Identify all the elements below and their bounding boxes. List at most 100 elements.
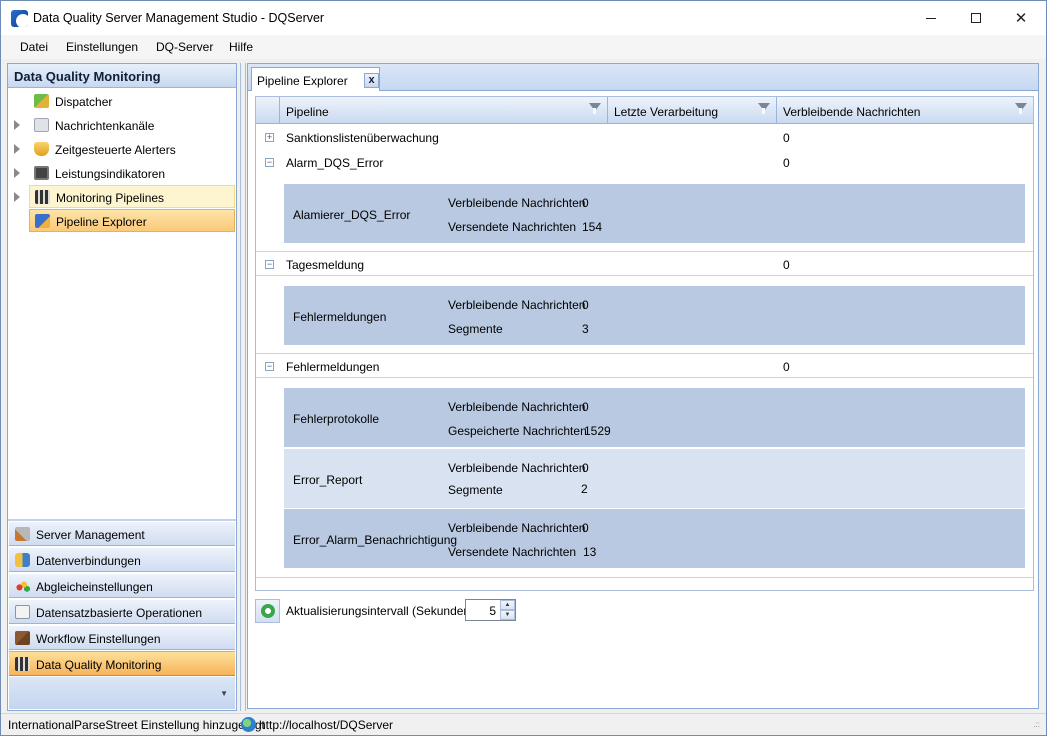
filter-icon[interactable] [758,103,770,114]
refresh-interval-stepper[interactable]: 5 ▲ ▼ [465,599,516,621]
stepper-up-icon[interactable]: ▲ [500,600,515,610]
row-indicator-header [256,97,280,123]
detail-value: 0 [582,461,589,475]
detail-name: Error_Report [293,473,363,487]
title-bar: Data Quality Server Management Studio - … [1,1,1046,35]
table-row[interactable]: − Fehlermeldungen 0 [256,353,1033,378]
column-header-pipeline[interactable]: Pipeline [280,97,608,123]
expand-plus-icon[interactable]: + [265,133,274,142]
tree-item-label: Nachrichtenkanäle [55,119,155,133]
collapse-minus-icon[interactable]: − [265,158,274,167]
nav-button-datenverbindungen[interactable]: Datenverbindungen [9,547,235,572]
expand-arrow-icon[interactable] [14,144,20,154]
collapse-minus-icon[interactable]: − [265,362,274,371]
tree-item-leistungsindikatoren[interactable]: Leistungsindikatoren [8,162,236,185]
remaining-messages: 0 [783,156,790,170]
detail-row: Alamierer_DQS_Error Verbleibende Nachric… [284,184,1025,243]
detail-key: Versendete Nachrichten [448,220,577,234]
nav-button-data-quality-monitoring[interactable]: Data Quality Monitoring [9,651,235,676]
refresh-button[interactable] [255,599,280,623]
filter-icon[interactable] [589,103,601,114]
tree-item-zeitgesteuerte-alerters[interactable]: Zeitgesteuerte Alerters [8,138,236,161]
detail-value: 1529 [584,424,611,438]
detail-row: Fehlerprotokolle Verbleibende Nachrichte… [284,388,1025,447]
table-row[interactable]: − Tagesmeldung 0 [256,251,1033,276]
database-icon [15,553,30,567]
table-row[interactable]: − Alarm_DQS_Error 0 [256,150,1033,175]
tree-item-dispatcher[interactable]: Dispatcher [8,90,236,113]
menu-dq-server[interactable]: DQ-Server [156,40,213,54]
expand-arrow-icon[interactable] [14,168,20,178]
remaining-messages: 0 [783,258,790,272]
nav-button-label: Abgleicheinstellungen [36,580,153,594]
document-area: Pipeline Explorer x Pipeline Letzte Vera… [247,63,1039,709]
detail-key: Verbleibende Nachrichten [448,461,586,475]
tab-pipeline-explorer[interactable]: Pipeline Explorer x [251,67,380,91]
detail-key: Versendete Nachrichten [448,545,577,559]
detail-value: 0 [582,196,589,210]
nav-button-workflow-einstellungen[interactable]: Workflow Einstellungen [9,625,235,650]
detail-row: Fehlermeldungen Verbleibende Nachrichten… [284,286,1025,345]
menu-einstellungen[interactable]: Einstellungen [66,40,138,54]
panel-splitter[interactable] [240,63,246,711]
envelope-icon [34,118,49,132]
maximize-button[interactable] [953,1,999,35]
refresh-interval-label: Aktualisierungsintervall (Sekunden): [286,604,478,618]
chevron-down-icon[interactable]: ▼ [220,689,228,698]
detail-row: Error_Alarm_Benachrichtigung Verbleibend… [284,509,1025,568]
server-url: http://localhost/DQServer [259,718,394,732]
column-header-label: Letzte Verarbeitung [614,105,719,119]
tree-item-pipeline-explorer[interactable]: Pipeline Explorer [29,209,235,232]
tab-label: Pipeline Explorer [257,74,348,88]
detail-value: 3 [582,322,589,336]
tree-item-monitoring-pipelines[interactable]: Monitoring Pipelines [29,185,235,208]
detail-value: 13 [583,545,597,559]
nav-overflow-area: ▼ [9,677,235,709]
nav-button-abgleicheinstellungen[interactable]: Abgleicheinstellungen [9,573,235,598]
close-icon: ✕ [1014,10,1028,27]
column-header-verbleibende-nachrichten[interactable]: Verbleibende Nachrichten [777,97,1033,123]
stepper-down-icon[interactable]: ▼ [500,610,515,620]
film-icon [15,657,30,671]
balls-icon [15,579,30,593]
remaining-messages: 0 [783,360,790,374]
table-row[interactable]: + Sanktionslistenüberwachung 0 [256,125,1033,150]
detail-value: 2 [581,482,588,496]
box-icon [15,631,30,645]
nav-button-label: Workflow Einstellungen [36,632,161,646]
close-button[interactable]: ✕ [998,1,1044,35]
shield-icon [34,142,49,156]
nav-button-datensatzbasierte-operationen[interactable]: Datensatzbasierte Operationen [9,599,235,624]
nav-button-server-management[interactable]: Server Management [9,521,235,546]
minimize-button[interactable] [908,1,954,35]
tree-item-label: Monitoring Pipelines [56,191,165,205]
tab-close-button[interactable]: x [364,73,379,88]
collapse-minus-icon[interactable]: − [265,260,274,269]
refresh-interval-value[interactable]: 5 [466,604,496,618]
nav-button-label: Server Management [36,528,145,542]
expand-arrow-icon[interactable] [14,192,20,202]
pipeline-name: Tagesmeldung [286,258,365,272]
expand-arrow-icon[interactable] [14,120,20,130]
filter-icon[interactable] [1015,103,1027,114]
pipeline-icon [35,214,50,228]
monitor-icon [34,166,49,180]
column-header-label: Pipeline [286,105,329,119]
resize-grip-icon[interactable]: .:: [1033,720,1040,729]
menu-datei[interactable]: Datei [20,40,48,54]
tree-item-label: Pipeline Explorer [56,215,147,229]
minimize-icon [926,17,936,19]
detail-key: Segmente [448,483,503,497]
pipeline-name: Sanktionslistenüberwachung [286,131,439,145]
detail-row: Error_Report Verbleibende Nachrichten 0 … [284,449,1025,508]
app-logo-icon [11,10,28,27]
operations-icon [15,605,30,619]
detail-key: Segmente [448,322,503,336]
tree-item-nachrichtenkanaele[interactable]: Nachrichtenkanäle [8,114,236,137]
column-header-letzte-verarbeitung[interactable]: Letzte Verarbeitung [608,97,777,123]
status-message: InternationalParseStreet Einstellung hin… [8,718,265,732]
pipeline-grid: Pipeline Letzte Verarbeitung Verbleibend… [255,96,1034,591]
menu-hilfe[interactable]: Hilfe [229,40,253,54]
globe-icon [241,717,256,732]
horizontal-scrollbar[interactable] [256,577,1033,590]
